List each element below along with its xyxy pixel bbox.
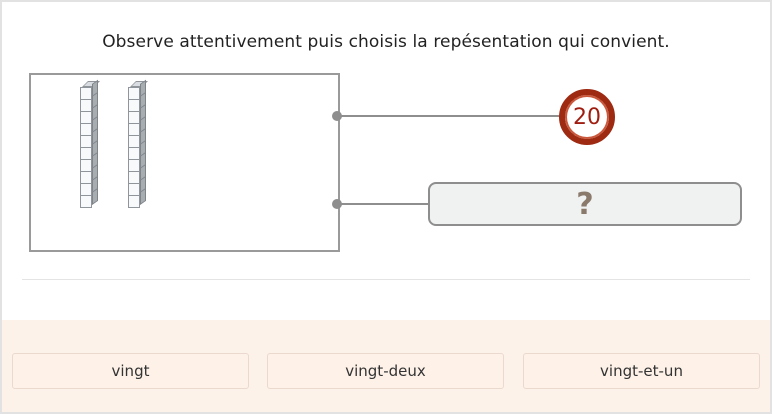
- choice-label: vingt: [111, 362, 150, 380]
- number-badge: 20: [559, 89, 615, 145]
- choice-label: vingt-et-un: [600, 362, 683, 380]
- divider: [22, 279, 750, 280]
- connector-dot: [332, 111, 342, 121]
- unit-cube: [80, 195, 92, 208]
- unit-cube: [128, 195, 140, 208]
- choices-area: vingt vingt-deux vingt-et-un: [2, 320, 770, 412]
- base-ten-blocks-panel: [29, 73, 340, 252]
- connector-line-number: [336, 115, 561, 117]
- ten-rod: [80, 87, 92, 208]
- choice-button-vingt[interactable]: vingt: [12, 353, 249, 389]
- number-value: 20: [573, 104, 601, 130]
- answer-drop-slot[interactable]: ?: [428, 182, 742, 226]
- ten-rod: [128, 87, 140, 208]
- connector-line-answer: [336, 203, 429, 205]
- instruction-text: Observe attentivement puis choisis la re…: [102, 32, 670, 52]
- question-mark-icon: ?: [576, 186, 594, 222]
- choice-button-vingt-deux[interactable]: vingt-deux: [267, 353, 504, 389]
- exercise-panel: Observe attentivement puis choisis la re…: [0, 0, 772, 414]
- connector-dot: [332, 199, 342, 209]
- choice-button-vingt-et-un[interactable]: vingt-et-un: [523, 353, 760, 389]
- choice-label: vingt-deux: [345, 362, 426, 380]
